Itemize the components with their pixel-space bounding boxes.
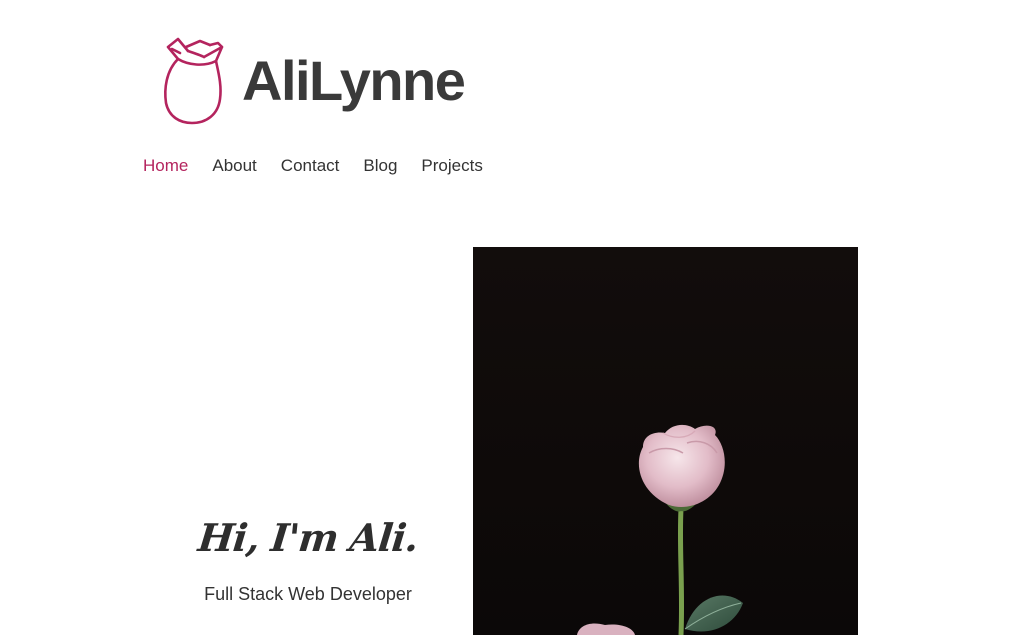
brand-home-link[interactable]: AliLynne [160,32,466,126]
nav-projects[interactable]: Projects [421,156,482,176]
brand-name: AliLynne [242,49,466,112]
nav-contact[interactable]: Contact [281,156,340,176]
rose-image [577,424,743,635]
hero-rose-photo [473,247,858,635]
nav-about[interactable]: About [212,156,256,176]
hero-subtitle: Full Stack Web Developer [204,584,412,604]
hero-greeting: Hi, I'm Ali. [196,515,421,560]
nav-blog[interactable]: Blog [363,156,397,176]
hero-intro: Hi, I'm Ali. Full Stack Web Developer [140,508,476,605]
main-nav: Home About Contact Blog Projects [143,156,483,176]
nav-home[interactable]: Home [143,156,188,176]
rose-icon [164,37,224,125]
